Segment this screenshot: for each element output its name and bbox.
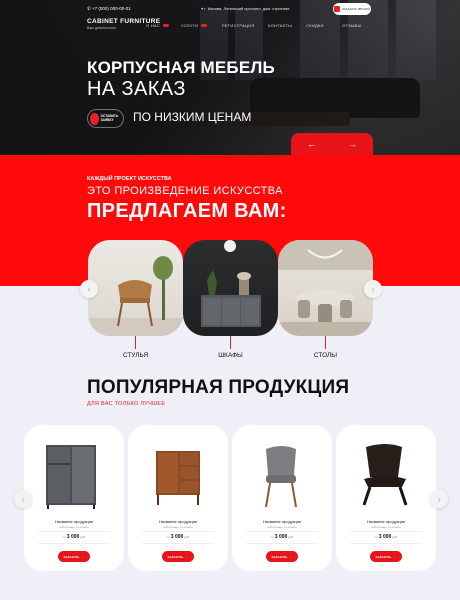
- order-button[interactable]: ЗАКАЗАТЬ →: [370, 551, 402, 562]
- divider: [38, 543, 110, 544]
- phone-icon: ✆: [87, 6, 91, 11]
- product-desc: небольшое описание: [163, 525, 193, 529]
- category-label[interactable]: СТОЛЫ: [278, 352, 373, 359]
- category-divider: [230, 336, 231, 349]
- address: ⌖ г. Москва, Ленинский проспект, дом, ст…: [201, 6, 290, 11]
- category-prev-button[interactable]: ‹: [80, 280, 98, 298]
- arrow-left-icon[interactable]: ←: [307, 139, 316, 149]
- hero-title-line2: НА ЗАКАЗ: [87, 78, 186, 100]
- product-price: от 3 000 руб: [62, 534, 86, 540]
- divider: [246, 531, 318, 532]
- product-name: Название продукции: [262, 519, 302, 524]
- offer-subtitle: ЭТО ПРОИЗВЕДЕНИЕ ИСКУССТВА: [87, 185, 283, 197]
- product-price: от 3 000 руб: [270, 534, 294, 540]
- product-name: Название продукции: [54, 519, 94, 524]
- category-tables-image[interactable]: [278, 240, 373, 336]
- order-button[interactable]: ЗАКАЗАТЬ →: [266, 551, 298, 562]
- divider: [350, 543, 422, 544]
- arrow-right-icon: →: [393, 554, 397, 559]
- request-icon: [90, 112, 99, 125]
- category-chairs-image[interactable]: [88, 240, 183, 336]
- arrow-right-icon[interactable]: →: [348, 139, 357, 149]
- product-card[interactable]: Название продукции небольшое описание от…: [24, 425, 124, 571]
- chevron-right-icon: ›: [371, 284, 375, 294]
- divider: [38, 531, 110, 532]
- product-desc: небольшое описание: [59, 525, 89, 529]
- nav-services[interactable]: УСЛУГИ: [181, 23, 208, 28]
- category-divider: [135, 336, 136, 349]
- products-next-button[interactable]: ›: [430, 490, 448, 508]
- nav-badge: [201, 24, 208, 28]
- category-next-button[interactable]: ›: [364, 280, 382, 298]
- nav-registration[interactable]: РЕГИСТРАЦИЯ: [222, 23, 255, 28]
- chevron-right-icon: ›: [437, 494, 441, 504]
- order-button[interactable]: ЗАКАЗАТЬ →: [162, 551, 194, 562]
- nav-reviews[interactable]: ОТЗЫВЫ: [342, 23, 361, 28]
- product-image: [336, 433, 436, 518]
- product-price: от 3 000 руб: [166, 534, 190, 540]
- location-pin-icon: ⌖: [201, 6, 204, 11]
- divider: [142, 531, 214, 532]
- divider: [350, 531, 422, 532]
- product-image: [128, 433, 228, 518]
- leave-request-button[interactable]: ОСТАВИТЬ ЗАЯВКУ: [87, 109, 124, 128]
- arrow-right-icon: →: [289, 554, 293, 559]
- category-label[interactable]: ШКАФЫ: [183, 352, 278, 359]
- hero-tagline: ПО НИЗКИМ ЦЕНАМ: [133, 110, 252, 124]
- category-cabinets-image[interactable]: [183, 240, 278, 336]
- divider: [246, 543, 318, 544]
- nav-about[interactable]: О НАС: [146, 23, 170, 28]
- product-image: [24, 433, 124, 518]
- divider: [142, 543, 214, 544]
- nav-discounts[interactable]: СКИДКИ: [306, 23, 324, 28]
- arrow-right-icon: →: [81, 554, 85, 559]
- category-label[interactable]: СТУЛЬЯ: [88, 352, 183, 359]
- hero-slider-nav: ← →: [291, 133, 373, 155]
- offer-title: ПРЕДЛАГАЕМ ВАМ:: [87, 200, 287, 222]
- product-image: [232, 433, 332, 518]
- popular-subtitle: ДЛЯ ВАС ТОЛЬКО ЛУЧШЕЕ: [87, 401, 166, 407]
- product-name: Название продукции: [158, 519, 198, 524]
- phone-icon: [333, 6, 340, 12]
- order-button[interactable]: ЗАКАЗАТЬ →: [58, 551, 90, 562]
- product-card[interactable]: Название продукции небольшое описание от…: [128, 425, 228, 571]
- product-card[interactable]: Название продукции небольшое описание от…: [336, 425, 436, 571]
- nav-contacts[interactable]: КОНТАКТЫ: [268, 23, 292, 28]
- product-desc: небольшое описание: [371, 525, 401, 529]
- phone-number[interactable]: ✆ +7 (000) 000-00-01: [87, 6, 131, 12]
- arrow-right-icon: →: [185, 554, 189, 559]
- product-name: Название продукции: [366, 519, 406, 524]
- category-divider: [325, 336, 326, 349]
- hero-title-line1: КОРПУСНАЯ МЕБЕЛЬ: [87, 58, 275, 77]
- callback-button[interactable]: ЗАКАЗАТЬ ЗВОНОК: [333, 3, 371, 15]
- popular-title: ПОПУЛЯРНАЯ ПРОДУКЦИЯ: [87, 377, 350, 398]
- nav-badge: [163, 24, 170, 28]
- product-price: от 3 000 руб: [374, 534, 398, 540]
- products-prev-button[interactable]: ‹: [14, 490, 32, 508]
- chevron-left-icon: ‹: [87, 284, 91, 294]
- product-card[interactable]: Название продукции небольшое описание от…: [232, 425, 332, 571]
- product-desc: небольшое описание: [267, 525, 297, 529]
- chevron-left-icon: ‹: [21, 494, 25, 504]
- offer-kicker: КАЖДЫЙ ПРОЕКТ ИСКУССТВА: [87, 176, 172, 182]
